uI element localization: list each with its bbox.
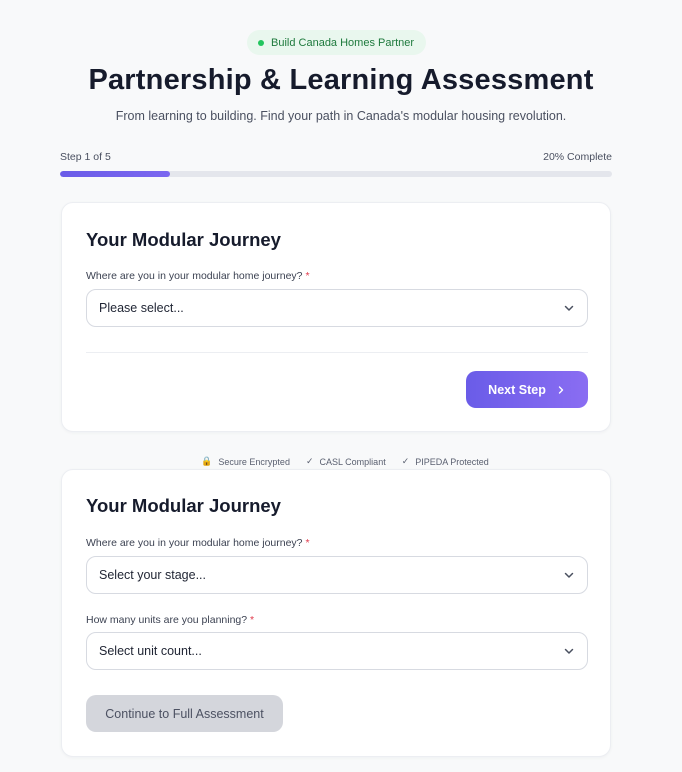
page-subtitle: From learning to building. Find your pat… xyxy=(115,109,567,123)
trust-secure-label: Secure Encrypted xyxy=(218,456,290,467)
stage-question-label: Where are you in your modular home journ… xyxy=(86,537,310,549)
check-icon: ✓ xyxy=(305,456,314,466)
required-marker: * xyxy=(305,537,310,549)
journey-stage-select[interactable]: Please select... xyxy=(86,289,588,327)
lock-icon: 🔒 xyxy=(201,456,213,466)
journey-question-text: Where are you in your modular home journ… xyxy=(86,270,303,282)
progress-header: Step 1 of 5 20% Complete xyxy=(60,151,612,163)
trust-casl-label: CASL Compliant xyxy=(319,456,386,467)
progress-fill xyxy=(60,171,171,177)
chevron-down-icon xyxy=(564,305,574,311)
page-title: Partnership & Learning Assessment xyxy=(88,64,594,96)
next-step-button[interactable]: Next Step xyxy=(466,371,588,408)
required-marker: * xyxy=(250,614,255,626)
check-icon: ✓ xyxy=(401,456,410,466)
stage-select[interactable]: Select your stage... xyxy=(86,556,588,594)
required-marker: * xyxy=(305,270,310,282)
chevron-down-icon xyxy=(564,648,574,654)
chevron-down-icon xyxy=(564,572,574,578)
progress-step-label: Step 1 of 5 xyxy=(60,151,111,163)
quick-card-heading: Your Modular Journey xyxy=(86,495,281,516)
partner-badge-label: Build Canada Homes Partner xyxy=(271,36,415,49)
trust-secure: 🔒 Secure Encrypted xyxy=(201,456,290,467)
card-divider xyxy=(86,352,588,353)
units-question-text: How many units are you planning? xyxy=(86,614,248,626)
stage-select-value: Select your stage... xyxy=(99,568,207,582)
status-dot-icon xyxy=(258,39,264,46)
stage-question-text: Where are you in your modular home journ… xyxy=(86,537,303,549)
progress-bar xyxy=(60,171,612,177)
trust-indicators: 🔒 Secure Encrypted ✓ CASL Compliant ✓ PI… xyxy=(0,456,682,467)
trust-pipeda-label: PIPEDA Protected xyxy=(415,456,489,467)
unit-count-select-value: Select unit count... xyxy=(99,644,202,658)
journey-question-label: Where are you in your modular home journ… xyxy=(86,270,310,282)
unit-count-select[interactable]: Select unit count... xyxy=(86,632,588,670)
journey-stage-select-value: Please select... xyxy=(99,301,184,315)
quick-assessment-card: Your Modular Journey Where are you in yo… xyxy=(61,469,611,757)
trust-pipeda: ✓ PIPEDA Protected xyxy=(402,456,489,467)
partner-badge: Build Canada Homes Partner xyxy=(247,30,427,55)
continue-assessment-button[interactable]: Continue to Full Assessment xyxy=(86,695,283,732)
units-question-label: How many units are you planning? * xyxy=(86,614,254,626)
chevron-right-icon xyxy=(558,385,564,394)
progress-percent-label: 20% Complete xyxy=(543,151,612,163)
journey-card-heading: Your Modular Journey xyxy=(86,229,281,250)
next-step-label: Next Step xyxy=(488,382,546,397)
trust-casl: ✓ CASL Compliant xyxy=(306,456,386,467)
journey-card: Your Modular Journey Where are you in yo… xyxy=(61,202,611,432)
